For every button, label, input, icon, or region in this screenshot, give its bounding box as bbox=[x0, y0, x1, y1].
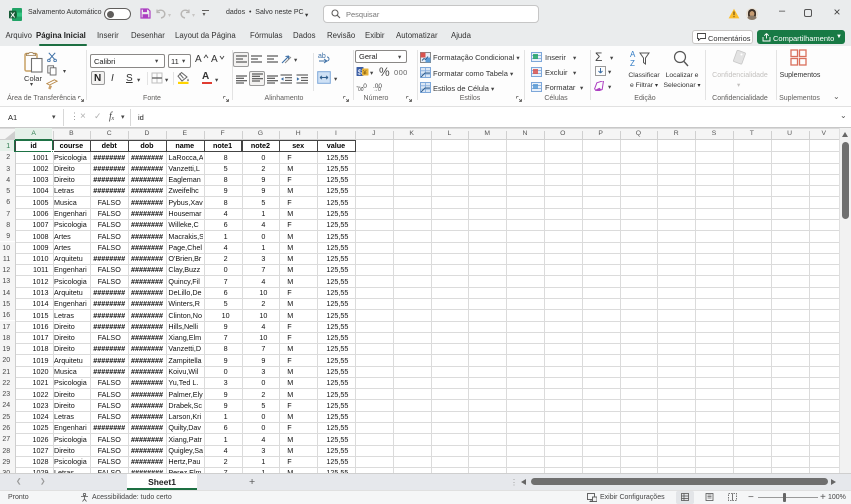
svg-text:00: 00 bbox=[358, 87, 364, 91]
svg-text:Z: Z bbox=[630, 59, 635, 67]
svg-text:→0: →0 bbox=[373, 87, 381, 91]
svg-text:¥: ¥ bbox=[363, 70, 367, 77]
svg-text:A: A bbox=[630, 50, 636, 59]
svg-text:X: X bbox=[10, 10, 15, 19]
